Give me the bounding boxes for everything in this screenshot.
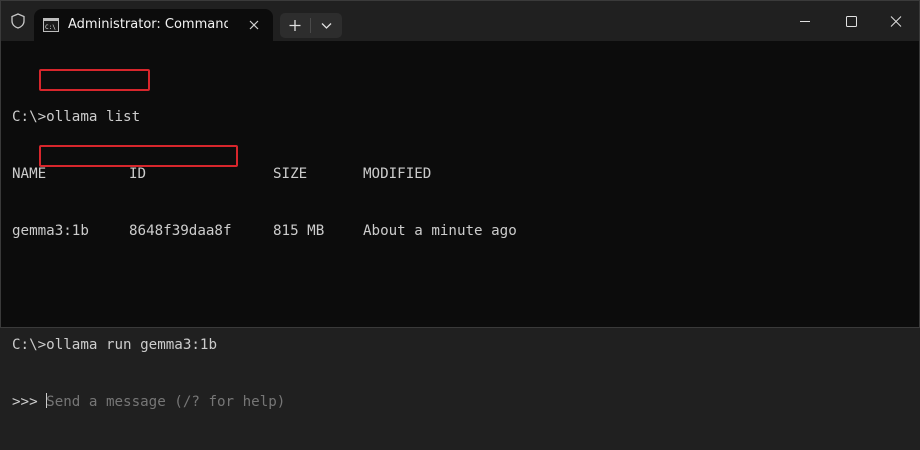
command-line-1: C:\>ollama list <box>12 108 912 127</box>
column-header-id: ID <box>129 166 147 182</box>
command-prompt-icon: C:\ <box>43 18 59 32</box>
shield-icon <box>11 13 25 29</box>
chat-prompt-line[interactable]: >>> Send a message (/? for help) <box>12 393 912 412</box>
highlight-box-command-1 <box>39 69 150 91</box>
svg-text:C:\: C:\ <box>45 24 56 31</box>
command-text: >ollama list <box>37 109 141 125</box>
tab-dropdown-button[interactable] <box>311 13 342 38</box>
command-text: >ollama run gemma3:1b <box>37 337 217 353</box>
model-id: 8648f39daa8f <box>129 223 232 239</box>
close-icon <box>890 16 902 27</box>
close-window-button[interactable] <box>873 1 919 41</box>
tab-actions <box>280 13 342 38</box>
table-row: gemma3:1b 8648f39daa8f 815 MB About a mi… <box>12 222 912 241</box>
new-tab-button[interactable] <box>280 13 310 38</box>
table-header: NAME ID SIZE MODIFIED <box>12 165 912 184</box>
maximize-button[interactable] <box>828 1 874 41</box>
close-icon[interactable] <box>248 19 260 31</box>
title-bar[interactable]: C:\ Administrator: Command Pro <box>1 1 919 42</box>
highlight-box-command-2 <box>39 145 238 167</box>
model-name: gemma3:1b <box>12 223 89 239</box>
column-header-modified: MODIFIED <box>363 166 432 182</box>
prompt-path: C:\ <box>12 337 38 353</box>
plus-icon <box>289 20 301 31</box>
column-header-size: SIZE <box>273 166 308 182</box>
prompt-path: C:\ <box>12 109 38 125</box>
model-size: 815 MB <box>273 223 325 239</box>
minimize-button[interactable] <box>782 1 828 41</box>
maximize-icon <box>846 16 857 27</box>
model-modified: About a minute ago <box>363 223 517 239</box>
column-header-name: NAME <box>12 166 47 182</box>
chevron-down-icon <box>321 23 332 29</box>
prompt-placeholder: Send a message (/? for help) <box>46 394 286 410</box>
tab-command-prompt[interactable]: C:\ Administrator: Command Pro <box>34 9 273 42</box>
terminal-window: C:\ Administrator: Command Pro <box>0 0 920 410</box>
minimize-icon <box>800 21 810 22</box>
command-line-2: C:\>ollama run gemma3:1b <box>12 336 912 355</box>
prompt-marker: >>> <box>12 394 47 410</box>
tab-title: Administrator: Command Pro <box>68 17 228 32</box>
terminal-output[interactable]: C:\>ollama list NAME ID SIZE MODIFIED ge… <box>12 70 912 450</box>
